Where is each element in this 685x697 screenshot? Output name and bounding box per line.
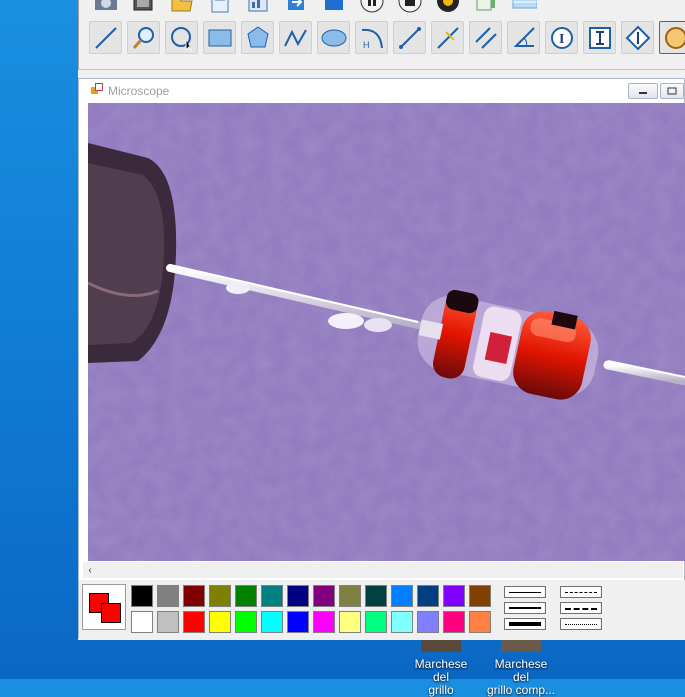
color-swatch[interactable]	[313, 611, 335, 633]
desktop-icons: Marchese del grillo Marchese del grillo …	[405, 640, 557, 697]
minimize-button[interactable]	[628, 83, 658, 99]
export-icon[interactable]	[279, 0, 312, 17]
document-icon[interactable]	[203, 0, 236, 17]
report-icon[interactable]	[241, 0, 274, 17]
rectangle-icon[interactable]	[203, 21, 236, 54]
circle-select-icon[interactable]	[165, 21, 198, 54]
color-swatch[interactable]	[287, 585, 309, 607]
ruler-icon[interactable]	[507, 0, 540, 17]
color-swatch[interactable]	[209, 585, 231, 607]
color-swatch[interactable]	[417, 611, 439, 633]
stop-icon[interactable]	[393, 0, 426, 17]
color-swatch[interactable]	[365, 611, 387, 633]
microscope-window: Microscope	[78, 78, 685, 638]
color-swatch[interactable]	[131, 585, 153, 607]
open-folder-icon[interactable]	[165, 0, 198, 17]
color-swatch[interactable]	[313, 585, 335, 607]
text-cursor-icon[interactable]: I	[545, 21, 578, 54]
line-tool-icon[interactable]	[89, 21, 122, 54]
color-swatch[interactable]	[157, 585, 179, 607]
video-icon[interactable]	[127, 0, 160, 17]
svg-text:I: I	[559, 32, 564, 47]
desktop-shortcut-label-line2: grillo comp...	[485, 684, 557, 697]
toolbar-row-1	[79, 0, 540, 17]
polyline-icon[interactable]	[279, 21, 312, 54]
polygon-icon[interactable]	[241, 21, 274, 54]
color-swatch[interactable]	[157, 611, 179, 633]
color-swatch[interactable]	[261, 585, 283, 607]
file-shortcut-icon	[501, 640, 541, 652]
line-style-dash-dot[interactable]	[560, 602, 602, 614]
color-swatch[interactable]	[209, 611, 231, 633]
scroll-left-icon[interactable]: ‹	[83, 565, 97, 576]
height-measure-icon[interactable]	[621, 21, 654, 54]
desktop-shortcut-label-line1: Marchese del	[485, 658, 557, 684]
window-title: Microscope	[108, 84, 169, 98]
color-swatch[interactable]	[391, 611, 413, 633]
app-toolbar: H I	[78, 0, 685, 70]
save-icon[interactable]	[317, 0, 350, 17]
color-swatch[interactable]	[443, 585, 465, 607]
mdi-workspace: Microscope	[78, 70, 685, 640]
parallel-line-icon[interactable]	[469, 21, 502, 54]
color-swatch[interactable]	[287, 611, 309, 633]
color-palette	[79, 580, 685, 638]
line-style-solid-thick[interactable]	[504, 618, 546, 630]
color-swatch[interactable]	[183, 585, 205, 607]
color-swatch[interactable]	[391, 585, 413, 607]
ellipse-icon[interactable]	[317, 21, 350, 54]
desktop-shortcut-label-line2: grillo	[405, 684, 477, 697]
desktop-shortcut-1[interactable]: Marchese del grillo	[405, 640, 477, 697]
line-style-dotted[interactable]	[560, 618, 602, 630]
desktop-shortcut-2[interactable]: Marchese del grillo comp...	[485, 640, 557, 697]
current-color-box[interactable]	[82, 584, 126, 630]
file-shortcut-icon	[421, 640, 461, 652]
color-swatch[interactable]	[417, 585, 439, 607]
app-icon	[91, 82, 103, 100]
line-style-solid-medium[interactable]	[504, 602, 546, 614]
color-swatch[interactable]	[261, 611, 283, 633]
horizontal-scrollbar[interactable]: ‹	[83, 562, 683, 578]
measure-line-icon[interactable]	[393, 21, 426, 54]
color-swatch[interactable]	[235, 585, 257, 607]
color-swatch[interactable]	[235, 611, 257, 633]
color-swatch[interactable]	[339, 611, 361, 633]
settings-icon[interactable]	[431, 0, 464, 17]
diode-image	[88, 103, 685, 561]
color-swatch[interactable]	[365, 585, 387, 607]
camera-icon[interactable]	[89, 0, 122, 17]
secondary-color-swatch[interactable]	[101, 603, 121, 623]
window-titlebar[interactable]: Microscope	[79, 79, 684, 103]
desktop-shortcut-label-line1: Marchese del	[405, 658, 477, 684]
toolbar-row-2: H I	[79, 21, 685, 54]
color-swatch[interactable]	[443, 611, 465, 633]
color-swatch[interactable]	[131, 611, 153, 633]
line-style-solid-thin[interactable]	[504, 586, 546, 598]
color-swatch[interactable]	[469, 611, 491, 633]
angle-line-icon[interactable]	[431, 21, 464, 54]
svg-text:H: H	[363, 40, 370, 50]
magnifier-icon[interactable]	[127, 21, 160, 54]
microscope-view[interactable]	[88, 103, 685, 561]
line-style-dashed[interactable]	[560, 586, 602, 598]
vertical-measure-icon[interactable]	[583, 21, 616, 54]
color-tool-icon[interactable]	[659, 21, 685, 54]
color-swatch[interactable]	[469, 585, 491, 607]
color-swatch[interactable]	[339, 585, 361, 607]
calibration-icon[interactable]	[469, 0, 502, 17]
angle-icon[interactable]	[507, 21, 540, 54]
pause-icon[interactable]	[355, 0, 388, 17]
color-swatch[interactable]	[183, 611, 205, 633]
restore-button[interactable]	[660, 83, 684, 99]
arc-icon[interactable]: H	[355, 21, 388, 54]
